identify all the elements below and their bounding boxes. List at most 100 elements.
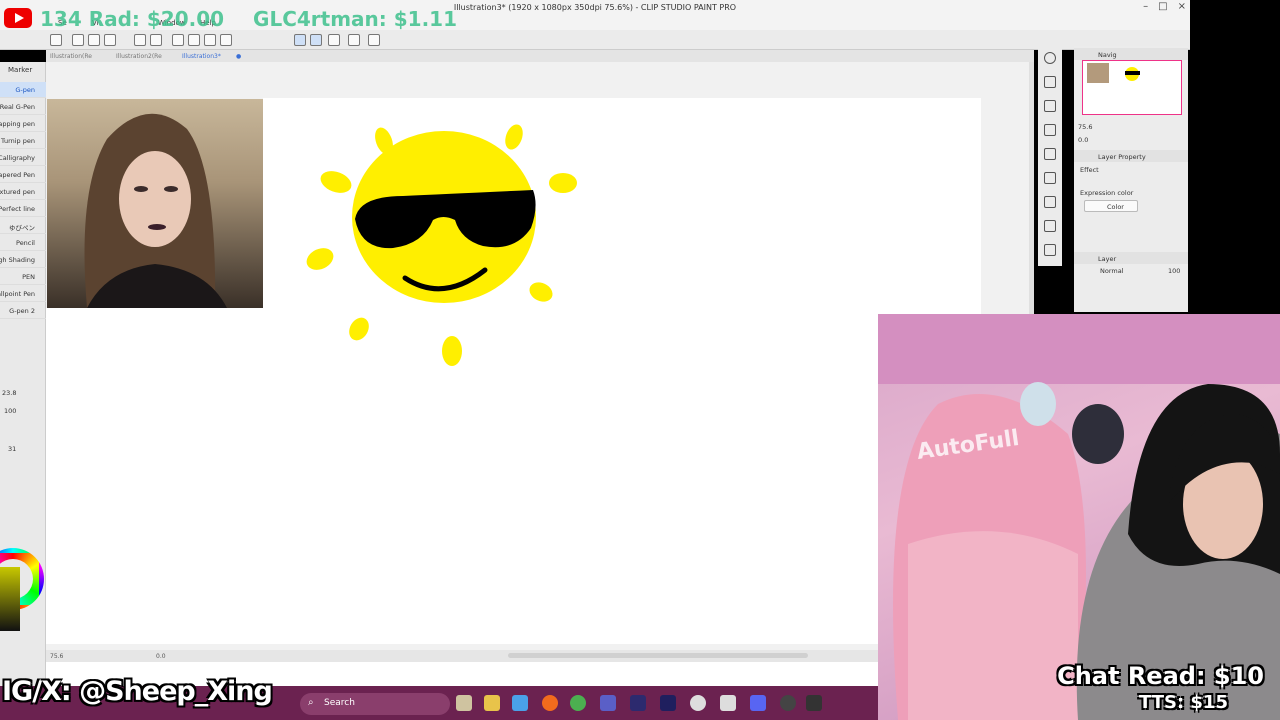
brush-item[interactable]: G-pen [0, 82, 46, 98]
brush-item[interactable]: Pencil [0, 235, 46, 251]
navigator-glasses-thumb [1125, 71, 1140, 75]
layer-property-label: Layer Property [1098, 153, 1146, 161]
brush-item[interactable]: Calligraphy [0, 150, 46, 166]
material-icon[interactable] [1044, 76, 1056, 88]
color-saturation-square[interactable] [0, 567, 20, 631]
brush-label: G-pen 2 [9, 307, 35, 315]
zoom-value[interactable]: 75.6 [50, 653, 63, 660]
file-explorer-icon[interactable] [484, 695, 500, 711]
chat-read-price: Chat Read: $10 [1057, 662, 1264, 690]
history-icon[interactable] [1044, 148, 1056, 160]
layer-icon[interactable] [1044, 124, 1056, 136]
auto-action-icon[interactable] [1044, 172, 1056, 184]
youtube-icon [4, 8, 32, 28]
navigator-zoom[interactable]: 75.6 [1078, 123, 1092, 131]
search-icon[interactable] [1044, 52, 1056, 64]
close-icon[interactable]: × [1178, 1, 1186, 12]
blend-mode-select[interactable]: Normal [1100, 267, 1124, 275]
layer-header[interactable]: Layer [1074, 252, 1188, 264]
help-icon[interactable] [368, 34, 380, 46]
chrome-icon[interactable] [570, 695, 586, 711]
subview-icon[interactable] [1044, 196, 1056, 208]
tab-illustration3[interactable]: Illustration3* [182, 53, 221, 60]
donation-item: 134 Rad: $20.00 [40, 7, 225, 31]
open-folder-icon[interactable] [88, 34, 100, 46]
brush-label: allpoint Pen [0, 290, 35, 298]
close-icon[interactable] [1044, 100, 1056, 112]
brush-item[interactable]: PEN [0, 269, 46, 285]
tab-illustration2[interactable]: Illustration2(Re [116, 53, 162, 60]
brush-item[interactable]: G-pen 2 [0, 303, 46, 319]
angle-value[interactable]: 0.0 [156, 653, 166, 660]
snap-special-ruler-icon[interactable] [310, 34, 322, 46]
canvas-paper-left[interactable] [46, 308, 264, 644]
sub-tool-group[interactable]: Marker [0, 64, 46, 76]
brush-item[interactable]: apered Pen [0, 167, 46, 183]
brush-item[interactable]: Perfect line [0, 201, 46, 217]
expression-color-select[interactable]: Color [1084, 200, 1138, 212]
right-icon-bar [1038, 46, 1062, 266]
brush-item[interactable]: apping pen [0, 116, 46, 132]
brush-item[interactable]: allpoint Pen [0, 286, 46, 302]
firefox-icon[interactable] [542, 695, 558, 711]
clip-studio-active-icon[interactable] [806, 695, 822, 711]
maximize-icon[interactable]: □ [1158, 1, 1167, 12]
brush-item[interactable]: Real G-Pen [0, 99, 46, 115]
taskbar-search[interactable]: ⌕ Search [300, 693, 450, 715]
opacity-row[interactable]: 100 [0, 404, 46, 418]
redo-icon[interactable] [150, 34, 162, 46]
sun-ray [320, 171, 352, 193]
steam-icon[interactable] [780, 695, 796, 711]
task-view-icon[interactable] [456, 695, 472, 711]
brush-label: ゆびペン [9, 224, 35, 232]
discord-icon[interactable] [750, 695, 766, 711]
brush-item[interactable]: Turnip pen [0, 133, 46, 149]
brush-item[interactable]: ゆびペン [0, 218, 46, 234]
brush-item[interactable]: xtured pen [0, 184, 46, 200]
canvas-paper[interactable] [263, 98, 981, 644]
transform-icon[interactable] [220, 34, 232, 46]
stabilization-value: 31 [8, 445, 17, 453]
brush-label: Pencil [16, 239, 35, 247]
download-icon[interactable] [1044, 244, 1056, 256]
horizontal-scrollbar[interactable] [508, 653, 808, 658]
webcam-room: AutoFull [878, 314, 1280, 720]
layer-property-header[interactable]: Layer Property [1074, 150, 1188, 162]
tab-close-icon[interactable]: ● [236, 53, 241, 60]
taskbar-search-label: Search [324, 698, 355, 708]
layer-opacity[interactable]: 100 [1168, 267, 1180, 275]
webcam-person [84, 113, 227, 308]
sun-ray [505, 124, 523, 150]
star-icon[interactable] [1044, 220, 1056, 232]
app-menu-icon[interactable] [50, 34, 62, 46]
store-icon[interactable] [512, 695, 528, 711]
undo-icon[interactable] [134, 34, 146, 46]
stabilization-row[interactable]: 31 [0, 442, 46, 456]
clip-studio-icon[interactable] [720, 695, 736, 711]
overlay-black-area [1190, 0, 1280, 314]
teams-icon[interactable] [600, 695, 616, 711]
obs-icon[interactable] [690, 695, 706, 711]
expression-color-value: Color [1107, 203, 1124, 211]
navigator-header[interactable]: Navig [1074, 48, 1188, 60]
premiere-icon[interactable] [630, 695, 646, 711]
brush-size-row[interactable]: 23.8 [0, 386, 46, 400]
sun-ray [349, 317, 369, 341]
clear-icon[interactable] [188, 34, 200, 46]
new-file-icon[interactable] [72, 34, 84, 46]
guest-webcam: AutoFull [878, 314, 1280, 720]
brush-label: PEN [22, 273, 35, 281]
minimize-icon[interactable]: – [1143, 1, 1148, 12]
navigator-rotation[interactable]: 0.0 [1078, 136, 1088, 144]
ruler-icon[interactable] [348, 34, 360, 46]
brush-item[interactable]: gh Shading [0, 252, 46, 268]
save-icon[interactable] [104, 34, 116, 46]
pen-pressure-icon[interactable] [328, 34, 340, 46]
fill-icon[interactable] [204, 34, 216, 46]
snap-ruler-icon[interactable] [294, 34, 306, 46]
after-effects-icon[interactable] [660, 695, 676, 711]
navigator-preview[interactable] [1082, 60, 1182, 115]
brush-label: Calligraphy [0, 154, 35, 162]
brush-label: Turnip pen [0, 137, 35, 145]
tab-illustration[interactable]: Illustration(Re [50, 53, 92, 60]
